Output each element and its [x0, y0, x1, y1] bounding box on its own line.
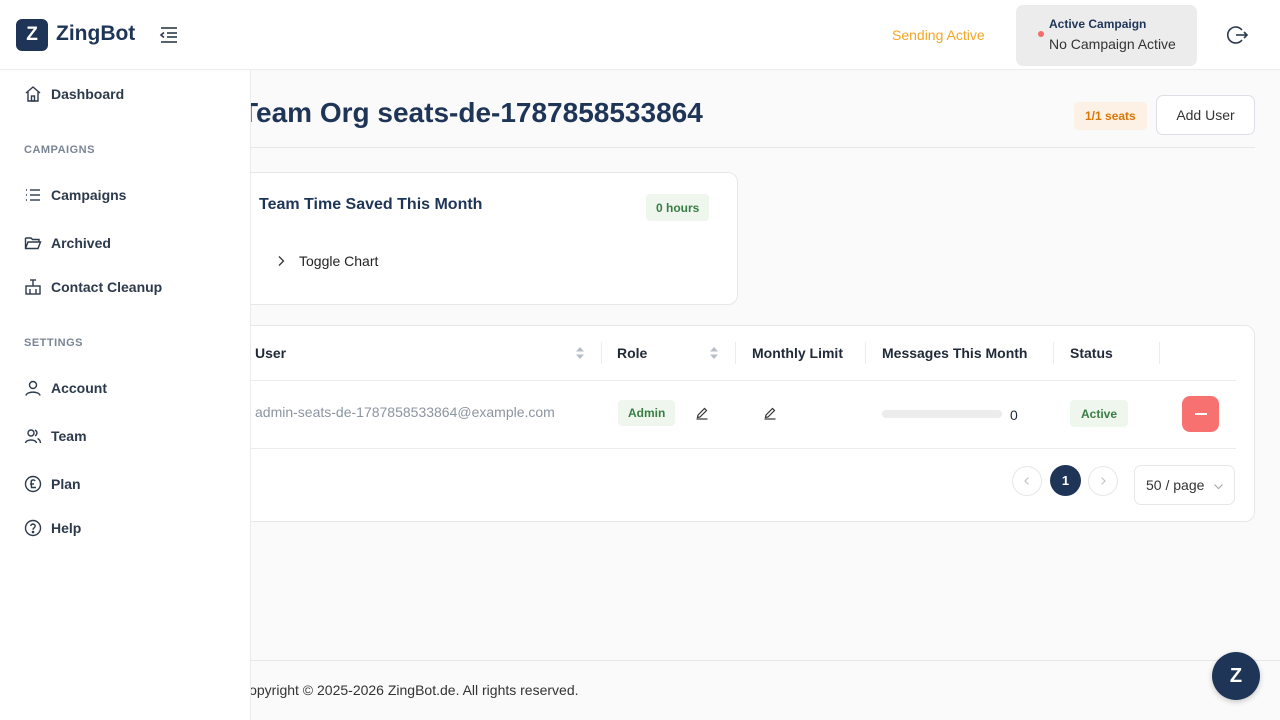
main-content: Team Org seats-de-1787858533864 1/1 seat…	[251, 70, 1280, 720]
user-email: admin-seats-de-1787858533864@example.com	[255, 404, 555, 420]
sidebar-item-archived[interactable]: Archived	[24, 231, 111, 255]
messages-progress-bar	[882, 410, 1002, 418]
sidebar-item-campaigns[interactable]: Campaigns	[24, 183, 126, 207]
section-campaigns: CAMPAIGNS	[24, 144, 95, 156]
pound-icon	[24, 475, 42, 493]
active-campaign-box[interactable]: Active Campaign No Campaign Active	[1016, 5, 1197, 66]
users-table: User Role Monthly Limit Messages This Mo…	[251, 325, 1255, 522]
sidebar-item-label: Archived	[51, 235, 111, 251]
help-icon	[24, 519, 42, 537]
next-page-button[interactable]	[1088, 466, 1118, 496]
chevron-right-icon	[278, 256, 285, 266]
footer-copyright: Copyright © 2025-2026 ZingBot.de. All ri…	[251, 682, 579, 698]
minus-icon	[1194, 413, 1207, 415]
logo: Z	[16, 19, 48, 51]
sidebar-item-plan[interactable]: Plan	[24, 472, 81, 496]
active-campaign-value: No Campaign Active	[1049, 36, 1176, 52]
row-divider	[251, 448, 1236, 449]
status-badge: Active	[1070, 400, 1129, 427]
chevron-down-icon	[1214, 484, 1223, 490]
seats-badge: 1/1 seats	[1074, 102, 1147, 130]
column-header-messages: Messages This Month	[882, 345, 1028, 361]
sidebar-item-label: Dashboard	[51, 86, 125, 102]
chevron-left-icon	[1024, 477, 1029, 485]
page-title: Team Org seats-de-1787858533864	[251, 97, 703, 128]
sidebar: Dashboard CAMPAIGNS Campaigns Archived C…	[0, 70, 251, 720]
prev-page-button[interactable]	[1012, 466, 1042, 496]
sort-icon[interactable]	[575, 346, 585, 360]
column-header-role[interactable]: Role	[617, 326, 647, 380]
chat-widget-button[interactable]: Z	[1212, 652, 1260, 700]
chevron-right-icon	[1101, 477, 1106, 485]
edit-role-icon[interactable]	[695, 406, 709, 420]
time-saved-card: Team Time Saved This Month 0 hours Toggl…	[251, 172, 738, 305]
toggle-chart-label: Toggle Chart	[299, 253, 379, 269]
remove-user-button[interactable]	[1182, 396, 1219, 432]
sidebar-item-dashboard[interactable]: Dashboard	[24, 82, 124, 106]
row-divider	[251, 380, 1236, 381]
toggle-chart-button[interactable]: Toggle Chart	[275, 253, 378, 269]
sidebar-item-label: Plan	[51, 476, 81, 492]
folder-open-icon	[24, 237, 42, 250]
brand-name: ZingBot	[56, 22, 136, 45]
home-icon	[25, 86, 41, 102]
sidebar-item-label: Account	[51, 380, 107, 396]
active-campaign-label: Active Campaign	[1049, 17, 1147, 31]
page-number-button[interactable]: 1	[1050, 465, 1081, 496]
column-separator	[1053, 342, 1054, 364]
divider	[251, 147, 1255, 148]
column-separator	[1159, 342, 1160, 364]
sidebar-item-label: Help	[51, 520, 82, 536]
logout-icon[interactable]	[1227, 24, 1249, 46]
footer-divider	[251, 660, 1280, 661]
sidebar-item-account[interactable]: Account	[24, 376, 107, 400]
messages-count: 0	[1010, 407, 1018, 423]
sending-status: Sending Active	[892, 27, 985, 43]
edit-monthly-limit-icon[interactable]	[763, 406, 777, 420]
collapse-sidebar-icon[interactable]	[158, 24, 180, 46]
cleanup-icon	[25, 279, 41, 295]
column-header-status: Status	[1070, 345, 1113, 361]
section-settings: SETTINGS	[24, 337, 84, 349]
column-separator	[735, 342, 736, 364]
add-user-button[interactable]: Add User	[1156, 95, 1255, 135]
campaign-status-dot	[1038, 31, 1044, 37]
column-separator	[601, 342, 602, 364]
sidebar-item-label: Campaigns	[51, 187, 127, 203]
sidebar-item-help[interactable]: Help	[24, 516, 81, 540]
user-icon	[25, 380, 41, 396]
sidebar-item-team[interactable]: Team	[24, 424, 87, 448]
sidebar-item-label: Team	[51, 428, 87, 444]
role-badge: Admin	[618, 400, 676, 426]
hours-badge: 0 hours	[646, 194, 710, 221]
sidebar-item-contact-cleanup[interactable]: Contact Cleanup	[24, 275, 162, 299]
page-size-value: 50 / page	[1146, 477, 1205, 493]
top-header: Z ZingBot Sending Active Active Campaign…	[0, 0, 1280, 70]
column-separator	[865, 342, 866, 364]
column-header-monthly-limit: Monthly Limit	[752, 345, 843, 361]
page-size-select[interactable]: 50 / page	[1134, 465, 1235, 505]
sort-icon[interactable]	[709, 346, 719, 360]
list-icon	[26, 189, 40, 201]
time-saved-title: Team Time Saved This Month	[259, 196, 483, 213]
sidebar-item-label: Contact Cleanup	[51, 279, 163, 295]
column-header-user[interactable]: User	[255, 326, 286, 380]
team-icon	[24, 429, 42, 444]
